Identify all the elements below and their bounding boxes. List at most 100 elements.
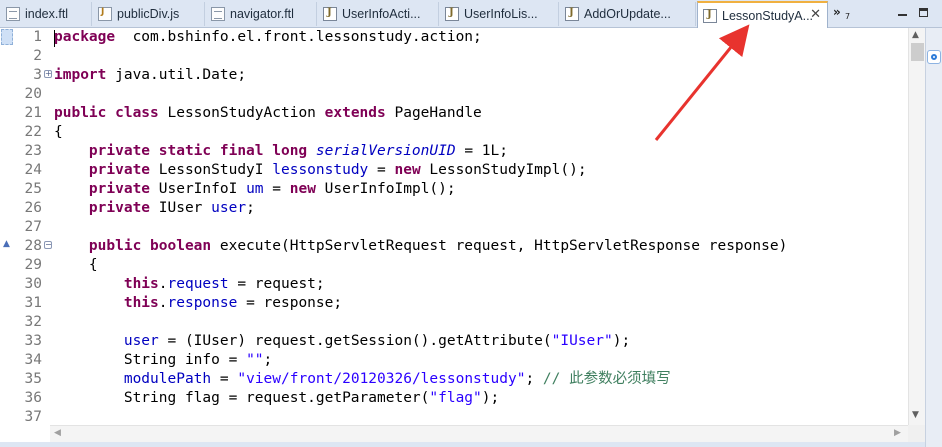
- horizontal-scrollbar[interactable]: ◀ ▶: [50, 425, 908, 442]
- code-line[interactable]: 33 user = (IUser) request.getSession().g…: [0, 332, 908, 351]
- code-token: "view/front/20120326/lessonstudy": [237, 371, 526, 387]
- editor-tab-bar: index.ftl publicDiv.js navigator.ftl Use…: [0, 0, 942, 28]
- code-token: PageHandle: [385, 105, 482, 121]
- tab-userinfolist[interactable]: UserInfoLis...: [439, 2, 559, 26]
- tab-userinfoaction[interactable]: UserInfoActi...: [317, 2, 439, 26]
- code-line[interactable]: 28− public boolean execute(HttpServletRe…: [0, 237, 908, 256]
- line-number: 21: [24, 105, 42, 121]
- line-number: 25: [24, 181, 42, 197]
- code-text: {: [54, 256, 98, 275]
- java-file-icon: [445, 7, 459, 21]
- code-token: String flag = request.getParameter(: [54, 390, 430, 406]
- code-token: private static final long: [88, 143, 308, 159]
- line-number: 2: [33, 48, 42, 64]
- code-line[interactable]: 20: [0, 85, 908, 104]
- tab-overflow-count: 7: [845, 12, 851, 21]
- side-trim: [925, 28, 942, 447]
- code-text: import java.util.Date;: [54, 66, 246, 85]
- code-line[interactable]: 35 modulePath = "view/front/20120326/les…: [0, 370, 908, 389]
- tab-addorupdate[interactable]: AddOrUpdate...: [559, 2, 696, 26]
- code-text: user = (IUser) request.getSession().getA…: [54, 332, 630, 351]
- code-token: serialVersionUID: [315, 143, 456, 159]
- line-number: 3: [33, 67, 42, 83]
- scroll-left-arrow-icon[interactable]: ◀: [54, 428, 61, 438]
- code-line[interactable]: 25 private UserInfoI um = new UserInfoIm…: [0, 180, 908, 199]
- code-line[interactable]: 26 private IUser user;: [0, 199, 908, 218]
- code-text: private IUser user;: [54, 199, 255, 218]
- code-line[interactable]: 29 {: [0, 256, 908, 275]
- code-line[interactable]: 32: [0, 313, 908, 332]
- code-line[interactable]: 30 this.request = request;: [0, 275, 908, 294]
- code-line[interactable]: 2: [0, 47, 908, 66]
- code-token: = response;: [237, 295, 343, 311]
- code-text: {: [54, 123, 63, 142]
- line-number: 33: [24, 333, 42, 349]
- vertical-scroll-thumb[interactable]: [911, 43, 924, 61]
- text-caret: [54, 30, 55, 47]
- code-line[interactable]: 21 public class LessonStudyAction extends…: [0, 104, 908, 123]
- tab-publicdiv-js[interactable]: publicDiv.js: [92, 2, 205, 26]
- collapse-fold-icon[interactable]: −: [44, 241, 52, 249]
- line-number: 24: [24, 162, 42, 178]
- tab-lessonstudyaction[interactable]: LessonStudyA... ✕: [697, 1, 828, 28]
- line-number: 1: [33, 29, 42, 45]
- code-token: lessonstudy: [272, 162, 369, 178]
- code-token: = 1L;: [455, 143, 508, 159]
- line-number: 22: [24, 124, 42, 140]
- scroll-down-arrow-icon[interactable]: ▼: [912, 410, 919, 420]
- vertical-scrollbar[interactable]: ▲ ▼: [908, 28, 925, 425]
- java-file-icon: [565, 7, 579, 21]
- scrollbar-corner: [908, 425, 925, 442]
- code-token: "": [246, 352, 264, 368]
- code-token: ;: [525, 371, 543, 387]
- code-line[interactable]: 36 String flag = request.getParameter("f…: [0, 389, 908, 408]
- close-icon[interactable]: ✕: [810, 7, 821, 22]
- code-line[interactable]: 22 {: [0, 123, 908, 142]
- tab-navigator-ftl[interactable]: navigator.ftl: [205, 2, 317, 26]
- scroll-up-arrow-icon[interactable]: ▲: [912, 30, 919, 40]
- code-token: com.bshinfo.el.front.lessonstudy.action;: [115, 29, 482, 45]
- code-token: UserInfoImpl();: [315, 181, 456, 197]
- code-text: this.request = request;: [54, 275, 325, 294]
- tab-overflow-chevron-icon[interactable]: »: [833, 5, 841, 19]
- scroll-right-arrow-icon[interactable]: ▶: [894, 428, 901, 438]
- link-icon[interactable]: [927, 50, 941, 64]
- line-number: 27: [24, 219, 42, 235]
- code-line[interactable]: 34 String info = "";: [0, 351, 908, 370]
- code-token: private: [88, 162, 151, 178]
- expand-fold-icon[interactable]: +: [44, 70, 52, 78]
- tab-label: index.ftl: [25, 7, 69, 21]
- code-token: response: [167, 295, 238, 311]
- code-token: new: [289, 181, 316, 197]
- tab-index-ftl[interactable]: index.ftl: [2, 2, 92, 26]
- minimize-icon[interactable]: [898, 8, 907, 16]
- ftl-file-icon: [6, 7, 20, 21]
- line-number: 34: [24, 352, 42, 368]
- line-number: 31: [24, 295, 42, 311]
- code-text: modulePath = "view/front/20120326/lesson…: [54, 370, 671, 389]
- code-line[interactable]: 24 private LessonStudyI lessonstudy = ne…: [0, 161, 908, 180]
- code-token: modulePath: [123, 371, 212, 387]
- code-token: =: [263, 181, 290, 197]
- code-token: UserInfoI: [150, 181, 247, 197]
- line-number: 23: [24, 143, 42, 159]
- code-line[interactable]: 1 package com.bshinfo.el.front.lessonstud…: [0, 28, 908, 47]
- code-token: IUser: [150, 200, 212, 216]
- js-file-icon: [98, 7, 112, 21]
- code-token: user: [123, 333, 159, 349]
- code-line[interactable]: 3 + import java.util.Date;: [0, 66, 908, 85]
- code-token: .: [158, 276, 168, 292]
- code-line[interactable]: 27: [0, 218, 908, 237]
- code-line[interactable]: 31 this.response = response;: [0, 294, 908, 313]
- code-line[interactable]: 23 private static final long serialVersi…: [0, 142, 908, 161]
- line-number: 20: [24, 86, 42, 102]
- code-token: public boolean: [88, 238, 212, 254]
- line-number: 36: [24, 390, 42, 406]
- maximize-icon[interactable]: [919, 8, 928, 17]
- line-number: 37: [24, 409, 42, 425]
- code-editor[interactable]: ▲ 1 package com.bshinfo.el.front.lessonst…: [0, 28, 908, 425]
